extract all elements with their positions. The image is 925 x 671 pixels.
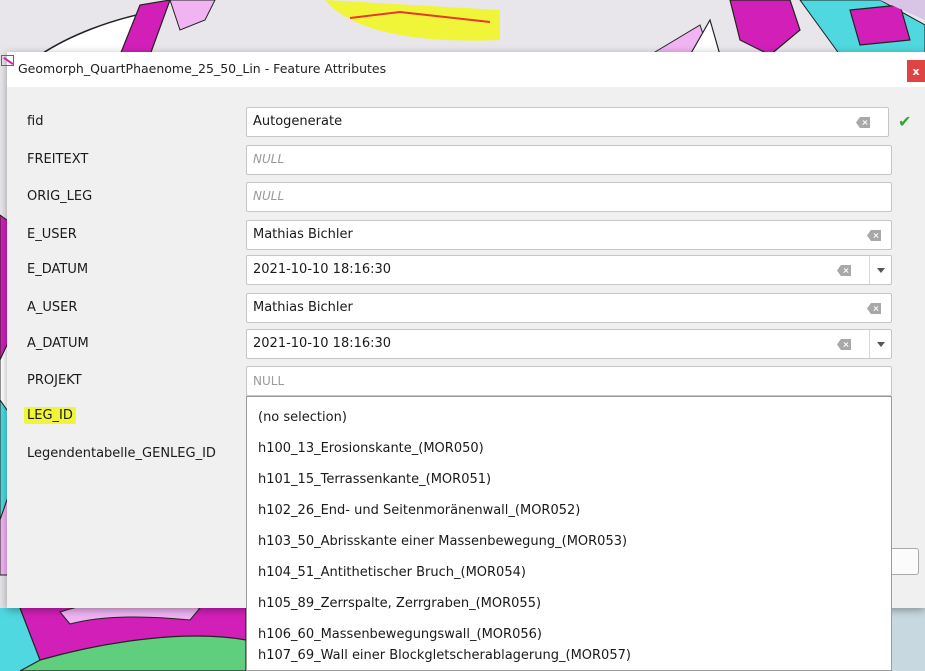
close-button[interactable]: x — [907, 60, 925, 82]
list-item[interactable]: (no selection) — [258, 410, 347, 425]
field-label-e-user: E_USER — [27, 227, 77, 242]
projekt-input[interactable]: NULL — [246, 366, 892, 396]
form-row-orig-leg: ORIG_LEG NULL — [7, 182, 925, 212]
list-item[interactable]: h105_89_Zerrspalte, Zerrgraben_(MOR055) — [258, 596, 541, 611]
a-datum-value: 2021-10-10 18:16:30 — [253, 336, 392, 351]
chevron-down-icon — [876, 267, 885, 273]
e-user-value: Mathias Bichler — [253, 227, 353, 242]
field-label-genleg-id: Legendentabelle_GENLEG_ID — [27, 446, 216, 461]
check-icon: ✔ — [898, 112, 912, 131]
form-row-e-user: E_USER Mathias Bichler — [7, 220, 925, 250]
field-label-freitext: FREITEXT — [27, 152, 89, 167]
e-datum-input[interactable]: 2021-10-10 18:16:30 — [246, 255, 892, 285]
form-row-projekt: PROJEKT NULL — [7, 366, 925, 396]
form-row-a-datum: A_DATUM 2021-10-10 18:16:30 — [7, 329, 925, 359]
title-bar[interactable]: Geomorph_QuartPhaenome_25_50_Lin - Featu… — [1, 52, 925, 87]
clear-icon[interactable] — [867, 230, 881, 241]
field-label-leg-id: LEG_ID — [24, 407, 76, 424]
clear-icon[interactable] — [837, 265, 851, 276]
digitize-icon — [1, 55, 14, 66]
clear-icon[interactable] — [867, 303, 881, 314]
genleg-id-button[interactable] — [892, 548, 919, 575]
orig-leg-placeholder: NULL — [253, 189, 285, 203]
list-item[interactable]: h100_13_Erosionskante_(MOR050) — [258, 441, 484, 456]
e-datum-value: 2021-10-10 18:16:30 — [253, 262, 392, 277]
field-label-a-datum: A_DATUM — [27, 336, 89, 351]
field-label-orig-leg: ORIG_LEG — [27, 189, 93, 204]
e-datum-dropdown-button[interactable] — [869, 256, 891, 284]
list-item[interactable]: h104_51_Antithetischer Bruch_(MOR054) — [258, 565, 526, 580]
a-datum-input[interactable]: 2021-10-10 18:16:30 — [246, 329, 892, 359]
list-item[interactable]: h106_60_Massenbewegungswall_(MOR056) — [258, 627, 542, 642]
list-item[interactable]: h102_26_End- und Seitenmoränenwall_(MOR0… — [258, 503, 580, 518]
field-label-fid: fid — [27, 114, 44, 129]
fid-input[interactable]: Autogenerate — [246, 107, 889, 137]
form-row-fid: fid Autogenerate ✔ — [7, 107, 925, 137]
window-title: Geomorph_QuartPhaenome_25_50_Lin - Featu… — [18, 61, 387, 76]
field-label-e-datum: E_DATUM — [27, 262, 89, 277]
leg-id-label: LEG_ID — [24, 407, 76, 424]
a-user-value: Mathias Bichler — [253, 300, 353, 315]
freitext-placeholder: NULL — [253, 152, 285, 166]
fid-value: Autogenerate — [253, 114, 343, 129]
projekt-placeholder: NULL — [253, 374, 285, 388]
list-item[interactable]: h103_50_Abrisskante einer Massenbewegung… — [258, 534, 627, 549]
a-user-input[interactable]: Mathias Bichler — [246, 293, 892, 323]
list-item[interactable]: h101_15_Terrassenkante_(MOR051) — [258, 472, 491, 487]
clear-icon[interactable] — [856, 117, 870, 128]
orig-leg-input[interactable]: NULL — [246, 182, 892, 212]
field-label-projekt: PROJEKT — [27, 373, 82, 388]
form-row-a-user: A_USER Mathias Bichler — [7, 293, 925, 323]
e-user-input[interactable]: Mathias Bichler — [246, 220, 892, 250]
a-datum-dropdown-button[interactable] — [869, 330, 891, 358]
field-label-a-user: A_USER — [27, 300, 78, 315]
list-item[interactable]: h107_69_Wall einer Blockgletscherablager… — [258, 648, 631, 663]
form-row-freitext: FREITEXT NULL — [7, 145, 925, 175]
form-row-e-datum: E_DATUM 2021-10-10 18:16:30 — [7, 255, 925, 285]
freitext-input[interactable]: NULL — [246, 145, 892, 175]
leg-id-dropdown-list[interactable]: (no selection) h100_13_Erosionskante_(MO… — [246, 396, 892, 671]
clear-icon[interactable] — [837, 339, 851, 350]
chevron-down-icon — [876, 341, 885, 347]
